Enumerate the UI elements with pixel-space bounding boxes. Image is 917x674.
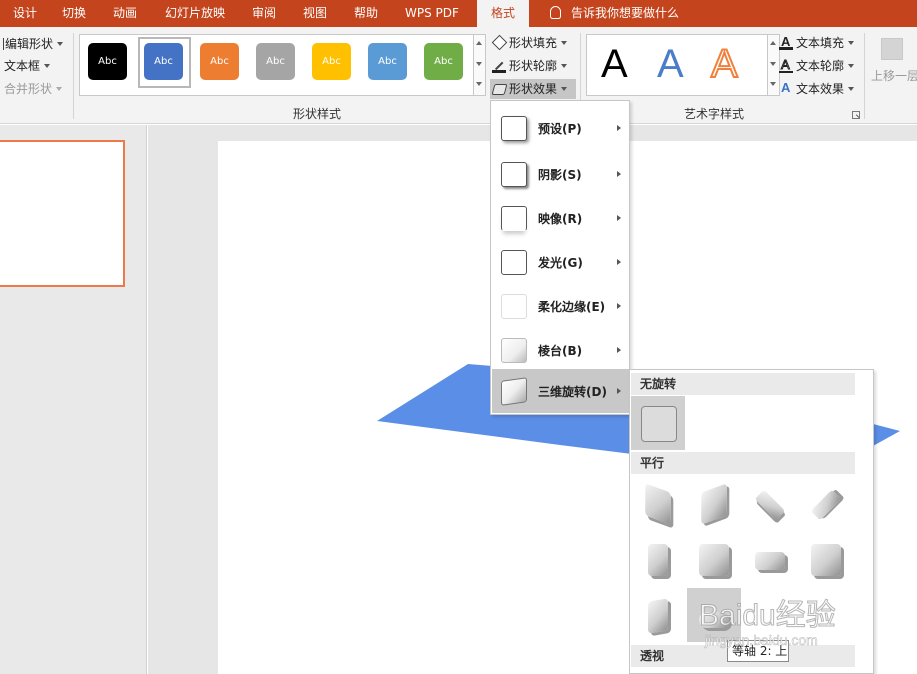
- glow-icon: [501, 250, 527, 275]
- rotation-option[interactable]: [743, 532, 797, 586]
- chevron-right-icon: [617, 215, 621, 221]
- rotation-option[interactable]: [799, 476, 853, 530]
- rotation-none-option[interactable]: [631, 396, 685, 450]
- section-parallel: 平行: [631, 452, 855, 474]
- menu-item-bevel[interactable]: 棱台(B): [492, 328, 629, 372]
- no-rotation-icon: [641, 406, 677, 442]
- isometric-right-up-icon: [701, 483, 727, 525]
- menu-item-label: 映像(R): [538, 212, 583, 226]
- rotation-option[interactable]: [799, 532, 853, 586]
- 3d-rotation-icon: [501, 377, 527, 406]
- menu-item-reflection[interactable]: 映像(R): [492, 196, 629, 240]
- off-axis-bottom-icon: [811, 544, 841, 576]
- section-no-rotation: 无旋转: [631, 373, 855, 395]
- menu-item-soft-edges[interactable]: 柔化边缘(E): [492, 284, 629, 328]
- menu-item-preset[interactable]: 预设(P): [492, 106, 629, 150]
- isometric-top-down-icon: [810, 489, 842, 521]
- menu-item-label: 预设(P): [538, 122, 582, 136]
- isometric-top-up-icon: [754, 489, 786, 521]
- rotation-option[interactable]: [743, 476, 797, 530]
- chevron-right-icon: [617, 388, 621, 394]
- menu-item-label: 柔化边缘(E): [538, 300, 606, 314]
- rotation-option[interactable]: [687, 476, 741, 530]
- chevron-right-icon: [617, 347, 621, 353]
- menu-item-glow[interactable]: 发光(G): [492, 240, 629, 284]
- off-axis-top-icon: [755, 552, 785, 570]
- baidu-watermark-url: jingyan.baidu.com: [705, 632, 818, 649]
- chevron-right-icon: [617, 171, 621, 177]
- chevron-right-icon: [617, 303, 621, 309]
- isometric-left-down-icon: [645, 483, 671, 525]
- shadow-icon: [501, 162, 527, 187]
- chevron-right-icon: [617, 125, 621, 131]
- menu-item-label: 三维旋转(D): [538, 385, 607, 399]
- preset-icon: [501, 116, 527, 141]
- menu-item-label: 阴影(S): [538, 168, 582, 182]
- off-axis-left-icon: [648, 544, 668, 576]
- off-axis-right-icon: [699, 544, 729, 576]
- menu-item-label: 发光(G): [538, 256, 583, 270]
- rotation-option[interactable]: [687, 532, 741, 586]
- shape-effects-menu: 预设(P) 阴影(S) 映像(R) 发光(G) 柔化边缘(E) 棱台(B) 三维…: [490, 100, 630, 415]
- rotation-option[interactable]: [631, 532, 685, 586]
- menu-item-shadow[interactable]: 阴影(S): [492, 152, 629, 196]
- oblique-left-icon: [648, 598, 668, 634]
- rotation-option[interactable]: [631, 476, 685, 530]
- reflection-icon: [501, 206, 527, 231]
- chevron-right-icon: [617, 259, 621, 265]
- parallelogram-shape-edge[interactable]: [873, 424, 900, 446]
- menu-item-label: 棱台(B): [538, 344, 583, 358]
- baidu-watermark: Baidu经验: [699, 599, 837, 633]
- rotation-option[interactable]: [631, 588, 685, 642]
- soft-edges-icon: [501, 294, 527, 319]
- bevel-icon: [501, 338, 527, 363]
- menu-item-3d-rotation[interactable]: 三维旋转(D): [492, 369, 629, 413]
